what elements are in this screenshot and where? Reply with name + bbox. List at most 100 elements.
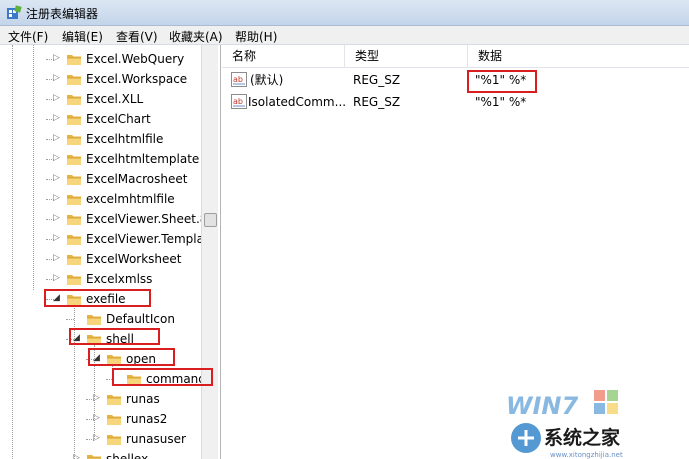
registry-editor-icon bbox=[7, 5, 22, 19]
key-tree-pane[interactable]: ▷ Excel.WebQuery ▷ Excel.Workspace ▷ Excel.XL… bbox=[0, 45, 221, 459]
tree-item-excelxmlss[interactable]: ▷ Excelxmlss bbox=[0, 269, 200, 289]
folder-icon bbox=[106, 351, 122, 367]
tree-item-excelviewer-sheet8[interactable]: ▷ ExcelViewer.Sheet.8 bbox=[0, 209, 207, 229]
folder-icon bbox=[66, 271, 82, 287]
tree-item-label: Excelxmlss bbox=[86, 272, 153, 286]
value-data: "%1" %* bbox=[475, 95, 527, 109]
tree-guide-line bbox=[46, 299, 54, 300]
tree-item-label: Excel.WebQuery bbox=[86, 52, 185, 66]
tree-scrollbar[interactable] bbox=[201, 45, 218, 459]
folder-icon bbox=[66, 71, 82, 87]
tree-item-label: shell bbox=[106, 332, 134, 346]
tree-item-label: runas bbox=[126, 392, 160, 406]
tree-item-label: ExcelChart bbox=[86, 112, 151, 126]
tree-item-command[interactable]: command bbox=[0, 369, 206, 389]
tree-guide-line bbox=[86, 359, 94, 360]
tree-item-shellex[interactable]: ▷ shellex bbox=[0, 449, 200, 459]
menu-edit[interactable]: 编辑(E) bbox=[62, 27, 103, 46]
tree-guide-line bbox=[46, 159, 54, 160]
tree-guide-line bbox=[46, 259, 54, 260]
tree-item-label: ExcelMacrosheet bbox=[86, 172, 188, 186]
svg-text:ab: ab bbox=[233, 97, 243, 106]
tree-guide-line bbox=[86, 419, 94, 420]
watermark-site: 系统之家 bbox=[544, 426, 621, 449]
tree-item-label: Excel.Workspace bbox=[86, 72, 188, 86]
tree-item-runas[interactable]: ▷ runas bbox=[0, 389, 200, 409]
tree-guide-line bbox=[106, 379, 114, 380]
folder-icon bbox=[66, 171, 82, 187]
tree-item-open[interactable]: ◢ open bbox=[0, 349, 200, 369]
string-value-icon: ab bbox=[231, 72, 247, 87]
string-value-icon: ab bbox=[231, 94, 247, 109]
folder-icon bbox=[66, 111, 82, 127]
menu-file[interactable]: 文件(F) bbox=[8, 27, 48, 46]
tree-guide-line bbox=[46, 59, 54, 60]
value-row-default[interactable]: ab (默认) REG_SZ "%1" %* bbox=[222, 69, 689, 91]
tree-item-label: runasuser bbox=[126, 432, 186, 446]
tree-item-exefile[interactable]: ◢ exefile bbox=[0, 289, 200, 309]
tree-guide-line bbox=[86, 399, 94, 400]
tree-item-shell[interactable]: ◢ shell bbox=[0, 329, 200, 349]
tree-scrollbar-thumb[interactable] bbox=[204, 213, 217, 227]
folder-icon bbox=[126, 371, 142, 387]
menu-bar: 文件(F) 编辑(E) 查看(V) 收藏夹(A) 帮助(H) bbox=[0, 26, 689, 45]
tree-guide-line bbox=[46, 79, 54, 80]
folder-icon bbox=[66, 231, 82, 247]
tree-item-runasuser[interactable]: ▷ runasuser bbox=[0, 429, 200, 449]
tree-guide-line bbox=[66, 339, 74, 340]
tree-item-label: DefaultIcon bbox=[106, 312, 175, 326]
column-header-type[interactable]: 类型 bbox=[345, 45, 468, 68]
tree-item-excelchart[interactable]: ▷ ExcelChart bbox=[0, 109, 200, 129]
tree-item-label: open bbox=[126, 352, 156, 366]
tree-item-excel-xll[interactable]: ▷ Excel.XLL bbox=[0, 89, 200, 109]
tree-item-excel-webquery[interactable]: ▷ Excel.WebQuery bbox=[0, 49, 200, 69]
tree-guide-line bbox=[86, 439, 94, 440]
menu-view[interactable]: 查看(V) bbox=[116, 27, 158, 46]
folder-icon bbox=[66, 251, 82, 267]
tree-item-label: Excel.XLL bbox=[86, 92, 144, 106]
list-header: 名称 类型 数据 bbox=[222, 45, 689, 68]
value-name: IsolatedComm... bbox=[248, 95, 347, 109]
tree-item-excelviewer-template[interactable]: ▷ ExcelViewer.Templa bbox=[0, 229, 204, 249]
tree-item-label: ExcelViewer.Sheet.8 bbox=[86, 212, 208, 226]
value-type: REG_SZ bbox=[353, 73, 401, 87]
folder-icon bbox=[106, 431, 122, 447]
tree-item-label: exefile bbox=[86, 292, 126, 306]
tree-guide-line bbox=[46, 139, 54, 140]
window-title: 注册表编辑器 bbox=[26, 7, 99, 21]
tree-guide-line bbox=[46, 239, 54, 240]
watermark-brand: WIN7 bbox=[506, 392, 578, 420]
tree-item-label: shellex bbox=[106, 452, 149, 459]
folder-icon bbox=[86, 331, 102, 347]
value-row-isolated[interactable]: ab IsolatedComm... REG_SZ "%1" %* bbox=[222, 91, 689, 113]
tree-item-label: runas2 bbox=[126, 412, 168, 426]
tree-item-runas2[interactable]: ▷ runas2 bbox=[0, 409, 200, 429]
folder-icon bbox=[86, 311, 102, 327]
tree-item-defaulticon[interactable]: DefaultIcon bbox=[0, 309, 200, 329]
tree-guide-line bbox=[46, 179, 54, 180]
column-header-data[interactable]: 数据 bbox=[468, 45, 689, 68]
value-data: "%1" %* bbox=[475, 73, 527, 87]
folder-icon bbox=[66, 51, 82, 67]
tree-item-label: command bbox=[146, 372, 206, 386]
folder-icon bbox=[66, 211, 82, 227]
tree-item-excelmacrosheet[interactable]: ▷ ExcelMacrosheet bbox=[0, 169, 200, 189]
tree-item-label: excelmhtmlfile bbox=[86, 192, 175, 206]
tree-item-excelhtmltemplate[interactable]: ▷ Excelhtmltemplate bbox=[0, 149, 200, 169]
tree-item-excelhtmlfile[interactable]: ▷ Excelhtmlfile bbox=[0, 129, 200, 149]
tree-guide-line bbox=[66, 319, 74, 320]
site-watermark: WIN7 系统之家 www.xitongzhijia.net bbox=[506, 390, 623, 459]
tree-item-excel-workspace[interactable]: ▷ Excel.Workspace bbox=[0, 69, 200, 89]
folder-icon bbox=[86, 451, 102, 459]
menu-favorites[interactable]: 收藏夹(A) bbox=[169, 27, 223, 46]
column-header-name[interactable]: 名称 bbox=[222, 45, 345, 68]
menu-help[interactable]: 帮助(H) bbox=[235, 27, 277, 46]
tree-item-excelmhtmlfile[interactable]: ▷ excelmhtmlfile bbox=[0, 189, 200, 209]
folder-icon bbox=[66, 191, 82, 207]
watermark-url: www.xitongzhijia.net bbox=[550, 451, 623, 459]
tree-item-label: Excelhtmltemplate bbox=[86, 152, 200, 166]
tree-item-excelworksheet[interactable]: ▷ ExcelWorksheet bbox=[0, 249, 200, 269]
tree-item-label: Excelhtmlfile bbox=[86, 132, 164, 146]
tree-item-label: ExcelViewer.Templa bbox=[86, 232, 204, 246]
value-name: (默认) bbox=[250, 73, 284, 87]
